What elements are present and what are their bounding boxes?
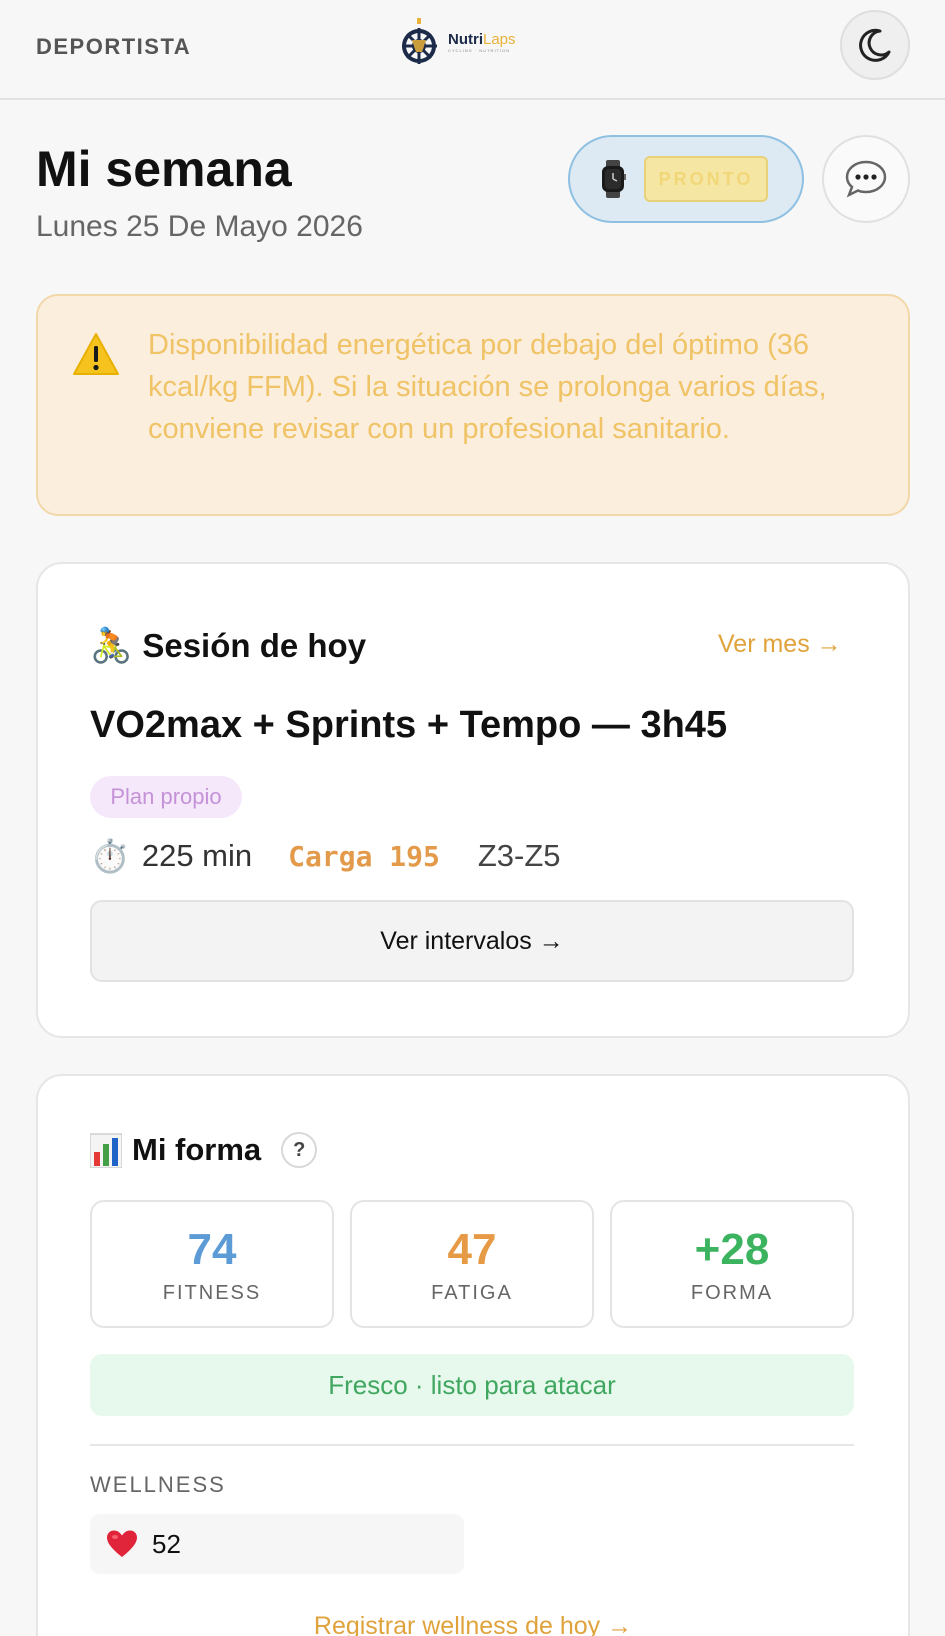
- todays-session-card: 🚴 Sesión de hoy Ver mes → VO2max + Sprin…: [36, 562, 910, 1038]
- brand-logo[interactable]: NutriLaps CYCLING · NUTRITION: [402, 18, 516, 66]
- session-header: 🚴 Sesión de hoy: [90, 626, 366, 666]
- stopwatch-icon: ⏱️: [90, 837, 130, 875]
- brand-name: NutriLaps: [448, 32, 516, 47]
- session-title: Sesión de hoy: [142, 627, 367, 664]
- workout-name: VO2max + Sprints + Tempo — 3h45: [90, 704, 728, 746]
- top-bar: DEPORTISTA NutriLaps CYCLING · NUTRITION: [0, 0, 945, 100]
- session-duration: 225 min: [141, 838, 253, 873]
- forma-title: Mi forma: [132, 1132, 262, 1167]
- heart-icon: [107, 1530, 137, 1557]
- session-load: Carga 195: [288, 839, 440, 873]
- energy-availability-alert: Disponibilidad energética por debajo del…: [36, 294, 910, 516]
- smartwatch-icon: [602, 160, 626, 198]
- moon-icon: [859, 28, 891, 62]
- form-status-banner: Fresco · listo para atacar: [90, 1354, 854, 1416]
- brand-wordmark: NutriLaps CYCLING · NUTRITION: [448, 32, 516, 53]
- brand-name-part2: Laps: [483, 30, 516, 48]
- plan-tag: Plan propio: [90, 776, 242, 818]
- brand-tagline: CYCLING · NUTRITION: [448, 47, 511, 53]
- chat-bubble-icon: [845, 160, 887, 198]
- theme-toggle-button[interactable]: [840, 10, 910, 80]
- fatigue-label: FATIGA: [431, 1281, 513, 1304]
- register-wellness-link[interactable]: Registrar wellness de hoy →: [38, 1612, 908, 1636]
- forma-header: Mi forma ?: [90, 1132, 318, 1168]
- fitness-metric: 74 FITNESS: [90, 1200, 334, 1328]
- page-title: Mi semana: [36, 141, 292, 197]
- cyclist-icon: 🚴: [90, 626, 133, 666]
- fitness-label: FITNESS: [162, 1281, 262, 1304]
- fatigue-metric: 47 FATIGA: [350, 1200, 594, 1328]
- form-value: +28: [694, 1224, 770, 1274]
- fitness-value: 74: [187, 1224, 237, 1274]
- wellness-score-chip: 52: [90, 1514, 464, 1574]
- warning-icon: [73, 333, 119, 375]
- view-month-link[interactable]: Ver mes →: [718, 630, 842, 659]
- bar-chart-icon: [90, 1133, 122, 1168]
- session-stats: ⏱️ 225 min Carga 195 Z3-Z5: [90, 832, 561, 880]
- ship-wheel-logo-icon: [402, 18, 437, 64]
- help-button[interactable]: ?: [281, 1132, 318, 1168]
- role-label: DEPORTISTA: [36, 34, 192, 59]
- session-zones: Z3-Z5: [477, 838, 561, 873]
- current-date: Lunes 25 De Mayo 2026: [36, 210, 363, 243]
- device-connect-pill[interactable]: PRONTO: [568, 135, 804, 223]
- coming-soon-badge: PRONTO: [644, 156, 768, 202]
- brand-name-part1: Nutri: [448, 30, 483, 48]
- fatigue-value: 47: [447, 1224, 497, 1274]
- fitness-form-card: Mi forma ? 74 FITNESS 47 FATIGA +28 FORM…: [36, 1074, 910, 1636]
- wellness-heading: WELLNESS: [90, 1472, 226, 1497]
- form-label: FORMA: [690, 1281, 774, 1304]
- divider: [90, 1444, 854, 1446]
- alert-message: Disponibilidad energética por debajo del…: [148, 329, 827, 445]
- form-metric: +28 FORMA: [610, 1200, 854, 1328]
- wellness-value: 52: [152, 1528, 181, 1559]
- view-intervals-button[interactable]: Ver intervalos →: [90, 900, 854, 982]
- chat-button[interactable]: [822, 135, 910, 223]
